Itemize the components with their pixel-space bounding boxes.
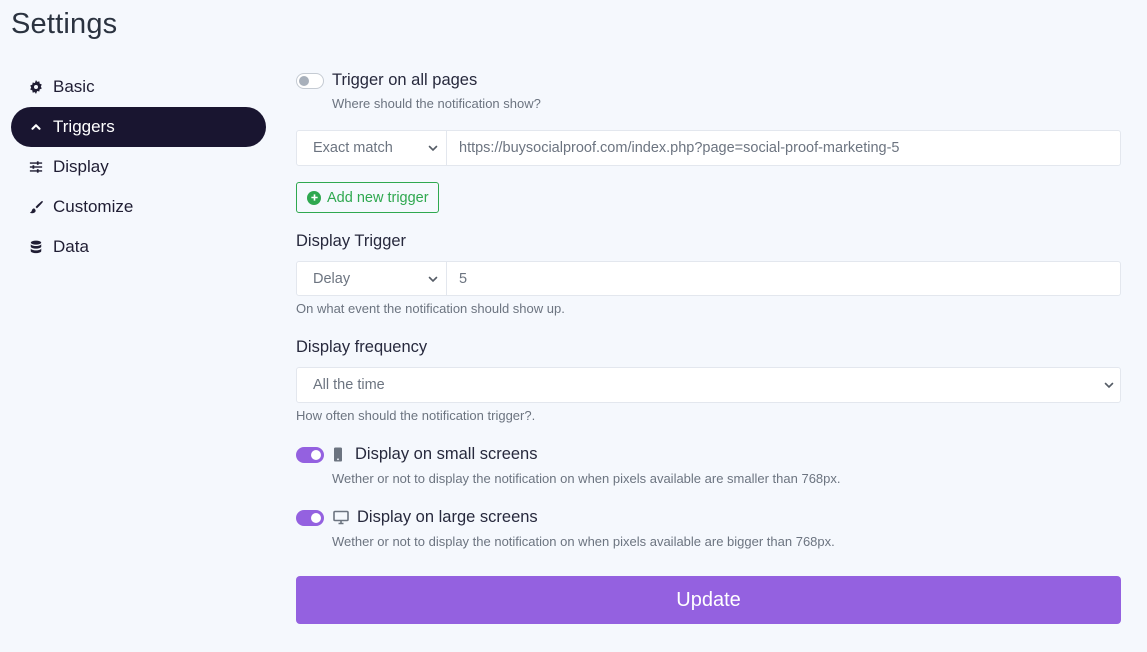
trigger-all-pages-row: Trigger on all pages: [296, 71, 477, 90]
chevron-down-icon: [428, 274, 438, 284]
chevron-down-icon: [1104, 380, 1114, 390]
sidebar-item-triggers[interactable]: Triggers: [11, 107, 266, 147]
sliders-icon: [28, 159, 44, 175]
small-screens-help: Wether or not to display the notificatio…: [332, 471, 841, 486]
add-new-trigger-label: Add new trigger: [327, 189, 429, 206]
sidebar-item-label: Data: [53, 237, 89, 256]
update-button[interactable]: Update: [296, 576, 1121, 624]
add-new-trigger-button[interactable]: Add new trigger: [296, 182, 439, 213]
large-screens-toggle[interactable]: [296, 509, 324, 526]
large-screens-label: Display on large screens: [357, 508, 538, 526]
paintbrush-icon: [28, 199, 44, 215]
large-screens-row: Display on large screens: [296, 508, 538, 527]
display-frequency-help: How often should the notification trigge…: [296, 408, 536, 423]
display-trigger-value-input[interactable]: 5: [447, 262, 1120, 295]
trigger-all-pages-label: Trigger on all pages: [332, 71, 478, 89]
chevron-down-icon: [428, 143, 438, 153]
desktop-icon: [333, 510, 349, 525]
sidebar-item-display[interactable]: Display: [11, 147, 266, 187]
display-trigger-label: Display Trigger: [296, 232, 407, 250]
match-type-value: Exact match: [313, 140, 393, 156]
sidebar-item-data[interactable]: Data: [11, 227, 266, 267]
display-trigger-type-select[interactable]: Delay: [297, 262, 447, 295]
sidebar-item-customize[interactable]: Customize: [11, 187, 266, 227]
large-screens-help: Wether or not to display the notificatio…: [332, 534, 835, 549]
small-screens-toggle[interactable]: [296, 446, 324, 463]
display-trigger-help: On what event the notification should sh…: [296, 301, 565, 316]
sidebar-item-basic[interactable]: Basic: [11, 67, 266, 107]
toggle-knob: [311, 449, 321, 460]
mobile-icon: [333, 447, 343, 462]
small-screens-row: Display on small screens: [296, 445, 537, 464]
trigger-url-input[interactable]: https://buysocialproof.com/index.php?pag…: [447, 131, 1120, 165]
display-frequency-select[interactable]: All the time: [296, 367, 1121, 403]
toggle-knob: [299, 75, 309, 86]
display-frequency-value: All the time: [313, 377, 385, 393]
sidebar-item-label: Basic: [53, 77, 95, 96]
plus-circle-icon: [307, 190, 321, 205]
sidebar-item-label: Triggers: [53, 117, 115, 136]
small-screens-label: Display on small screens: [355, 445, 538, 463]
display-trigger-type-value: Delay: [313, 270, 351, 287]
database-icon: [28, 239, 44, 255]
match-type-select[interactable]: Exact match: [297, 131, 447, 165]
trigger-all-pages-help: Where should the notification show?: [332, 96, 541, 111]
toggle-knob: [311, 512, 321, 523]
sidebar-item-label: Customize: [53, 197, 134, 216]
settings-sidebar: Basic Triggers Display Customize Data: [11, 67, 266, 267]
display-trigger-group: Delay 5: [296, 261, 1121, 296]
trigger-all-pages-toggle[interactable]: [296, 72, 324, 89]
display-frequency-label: Display frequency: [296, 338, 428, 356]
gear-icon: [28, 79, 44, 95]
trigger-rule-group: Exact match https://buysocialproof.com/i…: [296, 130, 1121, 166]
sidebar-item-label: Display: [53, 157, 109, 176]
page-title: Settings: [11, 8, 118, 40]
chevron-up-icon: [28, 119, 44, 135]
